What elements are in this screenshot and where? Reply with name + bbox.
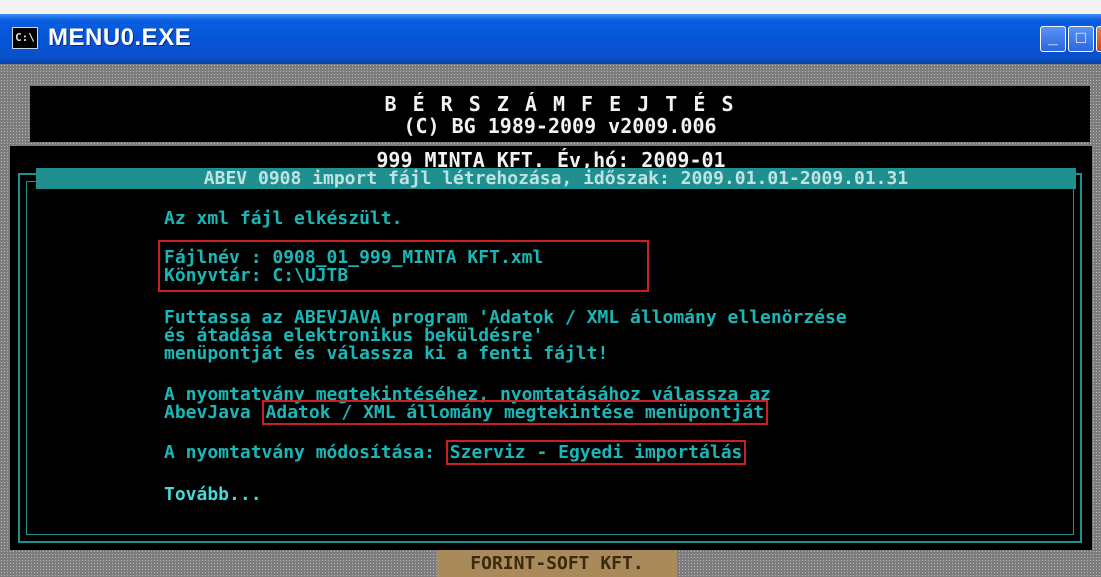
directory-line: Könyvtár: C:\UJTB xyxy=(164,265,349,286)
view-instruction-prefix: AbevJava xyxy=(164,402,262,423)
close-button[interactable]: × xyxy=(1096,26,1101,52)
program-header: B É R S Z Á M F E J T É S (C) BG 1989-20… xyxy=(30,86,1090,142)
program-title: B É R S Z Á M F E J T É S xyxy=(384,92,736,116)
window-title: MENU0.EXE xyxy=(48,24,192,51)
modify-line: A nyomtatvány módosítása: Szerviz - Egye… xyxy=(164,440,747,465)
desktop-background xyxy=(0,0,1101,14)
instruction-line-3: menüpontját és válassza ki a fenti fájlt… xyxy=(164,343,609,364)
console-area: B É R S Z Á M F E J T É S (C) BG 1989-20… xyxy=(0,64,1101,577)
continue-option[interactable]: Tovább... xyxy=(164,486,262,504)
main-panel: 999 MINTA KFT. Év,hó: 2009-01 ABEV 0908 … xyxy=(10,146,1092,550)
minimize-button[interactable]: _ xyxy=(1040,26,1066,52)
status-message: Az xml fájl elkészült. xyxy=(164,208,403,229)
company-period-line: 999 MINTA KFT. Év,hó: 2009-01 xyxy=(376,148,726,172)
view-instruction-line-2: AbevJava Adatok / XML állomány megtekint… xyxy=(164,400,769,425)
maximize-button[interactable]: □ xyxy=(1068,26,1094,52)
program-copyright: (C) BG 1989-2009 v2009.006 xyxy=(403,114,717,138)
modify-prefix: A nyomtatvány módosítása: xyxy=(164,442,446,463)
view-menu-path: Adatok / XML állomány megtekintése menüp… xyxy=(261,400,769,425)
modify-menu-path: Szerviz - Egyedi importálás xyxy=(445,440,747,465)
console-app-icon[interactable]: C:\ xyxy=(12,27,38,49)
footer-company: FORINT-SOFT KFT. xyxy=(437,550,677,577)
window-title-bar[interactable]: C:\ MENU0.EXE _ □ × xyxy=(0,14,1101,64)
task-title-bar: ABEV 0908 import fájl létrehozása, idősz… xyxy=(36,168,1076,189)
